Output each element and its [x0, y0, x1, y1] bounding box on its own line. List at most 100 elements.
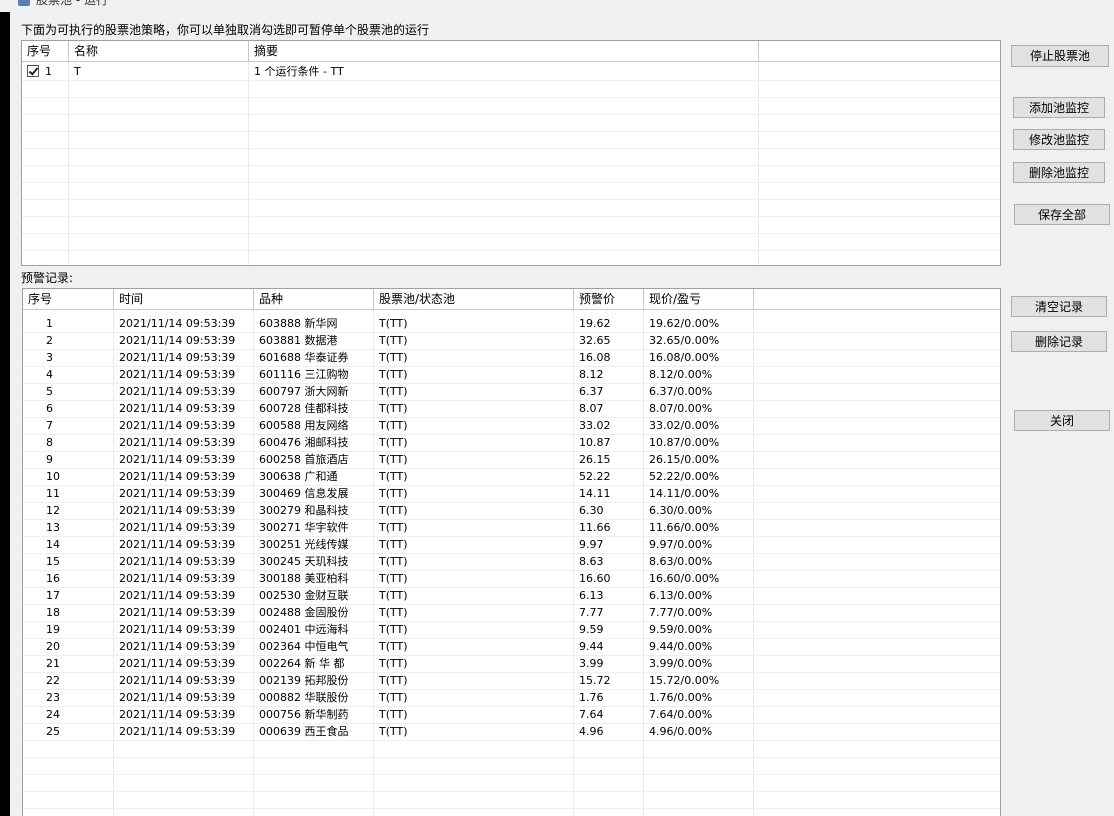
alert-row[interactable]: 24 2021/11/14 09:53:39 000756 新华制药 T(TT) 7.6…	[23, 706, 1000, 724]
alert-row[interactable]: 16 2021/11/14 09:53:39 300188 美亚柏科 T(TT) 16.…	[23, 570, 1000, 588]
empty-row	[23, 791, 1000, 809]
alert-time-cell: 2021/11/14 09:53:39	[119, 453, 236, 466]
alert-row[interactable]: 8 2021/11/14 09:53:39 600476 湘邮科技 T(TT) 10.8…	[23, 434, 1000, 452]
alert-row[interactable]: 12 2021/11/14 09:53:39 300279 和晶科技 T(TT) 6.3…	[23, 502, 1000, 520]
alert-row[interactable]: 22 2021/11/14 09:53:39 002139 拓邦股份 T(TT) 15.…	[23, 672, 1000, 690]
alert-price-cell: 1.76	[579, 691, 604, 704]
alert-symbol-cell: 002530 金财互联	[259, 589, 349, 602]
alert-pool-cell: T(TT)	[379, 538, 408, 551]
clear-records-button[interactable]: 清空记录	[1011, 296, 1107, 317]
alert-row[interactable]: 18 2021/11/14 09:53:39 002488 金固股份 T(TT) 7.7…	[23, 604, 1000, 622]
alert-pnl-cell: 10.87/0.00%	[649, 436, 720, 449]
alert-row[interactable]: 19 2021/11/14 09:53:39 002401 中远海科 T(TT) 9.5…	[23, 621, 1000, 639]
alert-time-cell: 2021/11/14 09:53:39	[119, 368, 236, 381]
alert-row[interactable]: 17 2021/11/14 09:53:39 002530 金财互联 T(TT) 6.1…	[23, 587, 1000, 605]
alert-pnl-cell: 9.97/0.00%	[649, 538, 713, 551]
alert-pnl-cell: 7.64/0.00%	[649, 708, 713, 721]
alert-price-cell: 15.72	[579, 674, 611, 687]
alert-time-cell: 2021/11/14 09:53:39	[119, 521, 236, 534]
alert-pnl-cell: 14.11/0.00%	[649, 487, 720, 500]
pool-col-index[interactable]: 序号	[22, 41, 69, 61]
empty-row	[23, 740, 1000, 758]
alert-symbol-cell: 600797 浙大网新	[259, 385, 349, 398]
alert-price-cell: 8.63	[579, 555, 604, 568]
delete-record-button[interactable]: 删除记录	[1011, 331, 1107, 352]
alert-symbol-cell: 300251 光线传媒	[259, 538, 349, 551]
alert-index-cell: 13	[46, 521, 60, 534]
save-all-button[interactable]: 保存全部	[1014, 204, 1110, 225]
alert-row[interactable]: 20 2021/11/14 09:53:39 002364 中恒电气 T(TT) 9.4…	[23, 638, 1000, 656]
alert-row[interactable]: 3 2021/11/14 09:53:39 601688 华泰证券 T(TT) 16.0…	[23, 349, 1000, 367]
alert-row[interactable]: 15 2021/11/14 09:53:39 300245 天玑科技 T(TT) 8.6…	[23, 553, 1000, 571]
alert-row[interactable]: 2 2021/11/14 09:53:39 603881 数据港 T(TT) 32.65…	[23, 332, 1000, 350]
alert-col-price-pnl[interactable]: 现价/盈亏	[644, 289, 754, 309]
alert-records-label: 预警记录:	[21, 271, 74, 285]
alert-row[interactable]: 14 2021/11/14 09:53:39 300251 光线传媒 T(TT) 9.9…	[23, 536, 1000, 554]
alert-pool-cell: T(TT)	[379, 453, 408, 466]
alert-price-cell: 8.12	[579, 368, 604, 381]
alert-time-cell: 2021/11/14 09:53:39	[119, 606, 236, 619]
alert-row[interactable]: 5 2021/11/14 09:53:39 600797 浙大网新 T(TT) 6.37…	[23, 383, 1000, 401]
pool-row[interactable]: 1 T 1 个运行条件 - TT	[22, 63, 1000, 81]
pool-col-summary[interactable]: 摘要	[249, 41, 759, 61]
alert-index-cell: 12	[46, 504, 60, 517]
alert-col-symbol[interactable]: 品种	[254, 289, 374, 309]
alert-col-time[interactable]: 时间	[114, 289, 254, 309]
alert-price-cell: 10.87	[579, 436, 611, 449]
alert-pool-cell: T(TT)	[379, 487, 408, 500]
alert-price-cell: 8.07	[579, 402, 604, 415]
alert-symbol-cell: 603888 新华网	[259, 317, 338, 330]
alert-price-cell: 9.44	[579, 640, 604, 653]
alert-price-cell: 11.66	[579, 521, 611, 534]
delete-pool-monitor-button[interactable]: 删除池监控	[1013, 162, 1105, 183]
pool-col-name[interactable]: 名称	[69, 41, 249, 61]
alert-index-cell: 1	[46, 317, 53, 330]
edit-pool-monitor-button[interactable]: 修改池监控	[1013, 129, 1105, 150]
pool-enable-checkbox[interactable]	[27, 65, 39, 77]
alert-row[interactable]: 21 2021/11/14 09:53:39 002264 新 华 都 T(TT) 3.…	[23, 655, 1000, 673]
pool-table: 序号 名称 摘要 1 T 1 个运行条件 - TT	[21, 40, 1001, 266]
alert-row[interactable]: 4 2021/11/14 09:53:39 601116 三江购物 T(TT) 8.12…	[23, 366, 1000, 384]
alert-time-cell: 2021/11/14 09:53:39	[119, 572, 236, 585]
close-button[interactable]: 关闭	[1014, 410, 1110, 431]
alert-row[interactable]: 23 2021/11/14 09:53:39 000882 华联股份 T(TT) 1.7…	[23, 689, 1000, 707]
alert-pnl-cell: 52.22/0.00%	[649, 470, 720, 483]
empty-row	[23, 757, 1000, 775]
alert-row[interactable]: 25 2021/11/14 09:53:39 000639 西王食品 T(TT) 4.9…	[23, 723, 1000, 741]
alert-index-cell: 15	[46, 555, 60, 568]
alert-index-cell: 4	[46, 368, 53, 381]
alert-pool-cell: T(TT)	[379, 674, 408, 687]
alert-price-cell: 7.64	[579, 708, 604, 721]
alert-row[interactable]: 7 2021/11/14 09:53:39 600588 用友网络 T(TT) 33.0…	[23, 417, 1000, 435]
alert-index-cell: 17	[46, 589, 60, 602]
empty-row	[22, 148, 1000, 166]
alert-time-cell: 2021/11/14 09:53:39	[119, 487, 236, 500]
empty-row	[22, 165, 1000, 183]
stop-pool-button[interactable]: 停止股票池	[1011, 45, 1109, 67]
alert-row[interactable]: 11 2021/11/14 09:53:39 300469 信息发展 T(TT) 14.…	[23, 485, 1000, 503]
alert-pnl-cell: 33.02/0.00%	[649, 419, 720, 432]
alert-pnl-cell: 1.76/0.00%	[649, 691, 713, 704]
alert-price-cell: 6.13	[579, 589, 604, 602]
alert-row[interactable]: 1 2021/11/14 09:53:39 603888 新华网 T(TT) 19.62…	[23, 315, 1000, 333]
empty-row	[22, 199, 1000, 217]
alert-price-cell: 6.30	[579, 504, 604, 517]
alert-time-cell: 2021/11/14 09:53:39	[119, 708, 236, 721]
alert-pnl-cell: 19.62/0.00%	[649, 317, 720, 330]
alert-row[interactable]: 10 2021/11/14 09:53:39 300638 广和通 T(TT) 52.2…	[23, 468, 1000, 486]
alert-row[interactable]: 9 2021/11/14 09:53:39 600258 首旅酒店 T(TT) 26.1…	[23, 451, 1000, 469]
alert-time-cell: 2021/11/14 09:53:39	[119, 640, 236, 653]
pool-summary-cell: 1 个运行条件 - TT	[254, 65, 344, 78]
alert-index-cell: 16	[46, 572, 60, 585]
add-pool-monitor-button[interactable]: 添加池监控	[1013, 97, 1105, 118]
alert-symbol-cell: 600476 湘邮科技	[259, 436, 349, 449]
alert-col-index[interactable]: 序号	[23, 289, 114, 309]
alert-row[interactable]: 6 2021/11/14 09:53:39 600728 佳都科技 T(TT) 8.07…	[23, 400, 1000, 418]
alert-col-alert-price[interactable]: 预警价	[574, 289, 644, 309]
app-icon	[18, 0, 30, 6]
alert-time-cell: 2021/11/14 09:53:39	[119, 504, 236, 517]
alert-pool-cell: T(TT)	[379, 606, 408, 619]
alert-pnl-cell: 9.44/0.00%	[649, 640, 713, 653]
alert-row[interactable]: 13 2021/11/14 09:53:39 300271 华宇软件 T(TT) 11.…	[23, 519, 1000, 537]
alert-col-pool[interactable]: 股票池/状态池	[374, 289, 574, 309]
